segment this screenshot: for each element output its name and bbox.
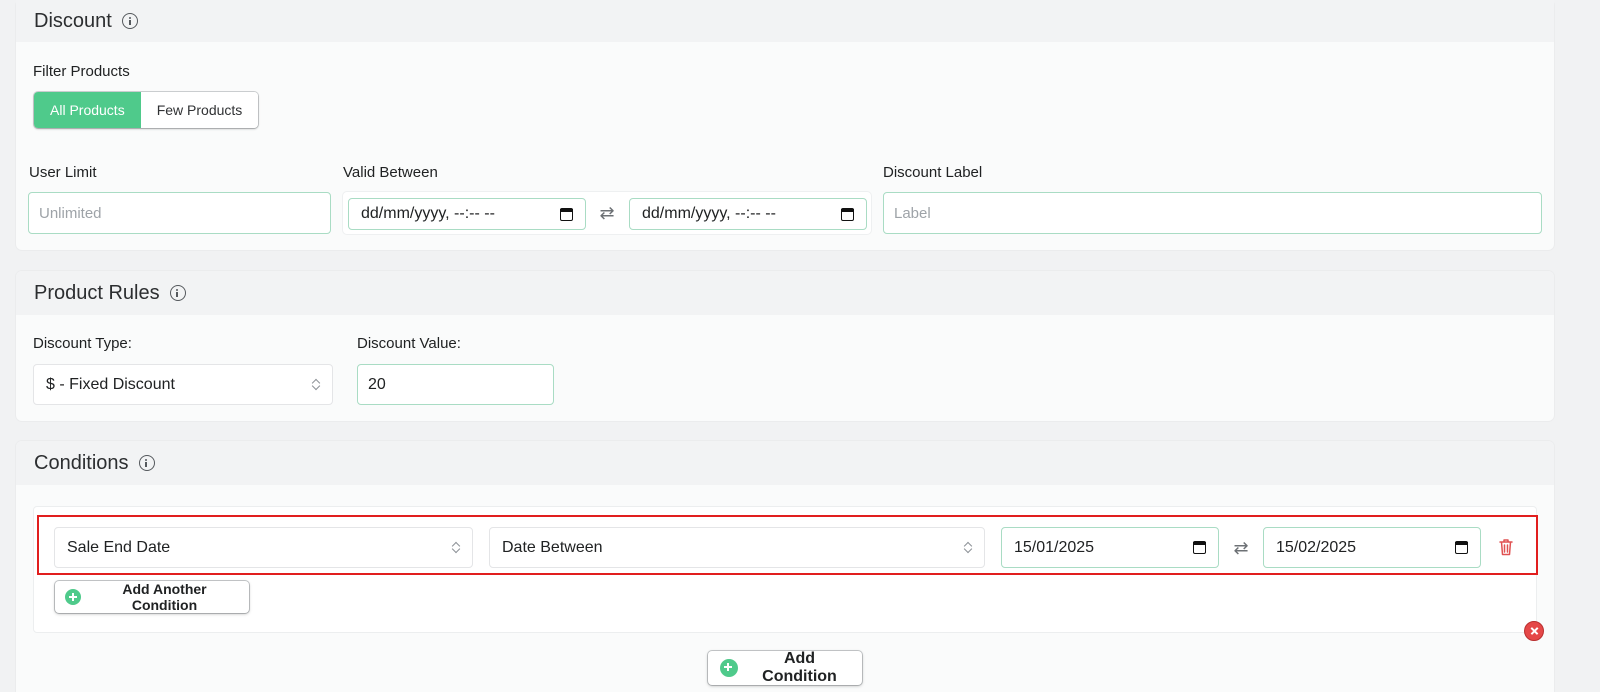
chevron-updown-icon: [312, 379, 320, 391]
add-condition-label: Add Condition: [762, 650, 837, 685]
discount-editor-page: Discount Filter Products All Products Fe…: [0, 0, 1600, 692]
calendar-icon[interactable]: [1455, 541, 1468, 554]
valid-end-date-input[interactable]: dd/mm/yyyy, --:-- --: [629, 198, 867, 230]
product-rules-title: Product Rules: [34, 281, 160, 304]
condition-start-value: 15/01/2025: [1014, 538, 1095, 556]
discount-type-label: Discount Type:: [33, 335, 132, 352]
discount-type-select[interactable]: $ - Fixed Discount: [33, 364, 333, 405]
chevron-updown-icon: [452, 542, 460, 554]
condition-field-value: Sale End Date: [67, 538, 171, 556]
add-condition-button[interactable]: Add Condition: [708, 650, 862, 685]
add-another-condition-label: Add Another Condition: [122, 581, 207, 613]
discount-value-label: Discount Value:: [357, 335, 461, 352]
plus-circle-icon: [65, 589, 81, 605]
condition-end-value: 15/02/2025: [1276, 538, 1357, 556]
condition-operator-select[interactable]: Date Between: [489, 527, 985, 568]
condition-operator-value: Date Between: [502, 538, 603, 556]
product-rules-header: Product Rules: [16, 271, 1554, 315]
user-limit-label: User Limit: [29, 164, 97, 181]
condition-group: [33, 506, 1537, 633]
discount-value-input[interactable]: [357, 364, 554, 405]
discount-type-value: $ - Fixed Discount: [46, 375, 175, 393]
valid-start-date-input[interactable]: dd/mm/yyyy, --:-- --: [348, 198, 586, 230]
filter-products-label: Filter Products: [33, 63, 130, 80]
valid-between-label: Valid Between: [343, 164, 438, 181]
valid-end-value: dd/mm/yyyy, --:-- --: [642, 205, 776, 222]
calendar-icon[interactable]: [841, 207, 854, 221]
all-products-button[interactable]: All Products: [34, 92, 141, 128]
filter-products-toggle: All Products Few Products: [34, 92, 259, 128]
calendar-icon[interactable]: [560, 207, 573, 221]
conditions-title: Conditions: [34, 451, 129, 474]
discount-title: Discount: [34, 9, 112, 32]
plus-circle-icon: [720, 659, 738, 677]
add-another-condition-button[interactable]: Add Another Condition: [55, 581, 249, 613]
chevron-updown-icon: [964, 542, 972, 554]
few-products-button[interactable]: Few Products: [140, 92, 259, 128]
close-icon[interactable]: [1524, 621, 1544, 641]
valid-start-value: dd/mm/yyyy, --:-- --: [361, 205, 495, 222]
discount-label-label: Discount Label: [883, 164, 983, 181]
info-icon[interactable]: [138, 455, 155, 471]
discount-label-input[interactable]: [883, 192, 1542, 234]
trash-icon[interactable]: [1499, 538, 1513, 556]
discount-card-header: Discount: [16, 0, 1554, 42]
condition-end-date-input[interactable]: 15/02/2025: [1263, 527, 1481, 568]
info-icon[interactable]: [169, 285, 186, 301]
user-limit-input[interactable]: [28, 192, 331, 234]
swap-arrows-icon: ⇄: [1233, 538, 1249, 558]
calendar-icon[interactable]: [1193, 541, 1206, 554]
info-icon[interactable]: [121, 13, 138, 29]
condition-field-select[interactable]: Sale End Date: [54, 527, 473, 568]
conditions-header: Conditions: [16, 441, 1554, 485]
swap-arrows-icon: ⇄: [599, 203, 615, 223]
condition-start-date-input[interactable]: 15/01/2025: [1001, 527, 1219, 568]
